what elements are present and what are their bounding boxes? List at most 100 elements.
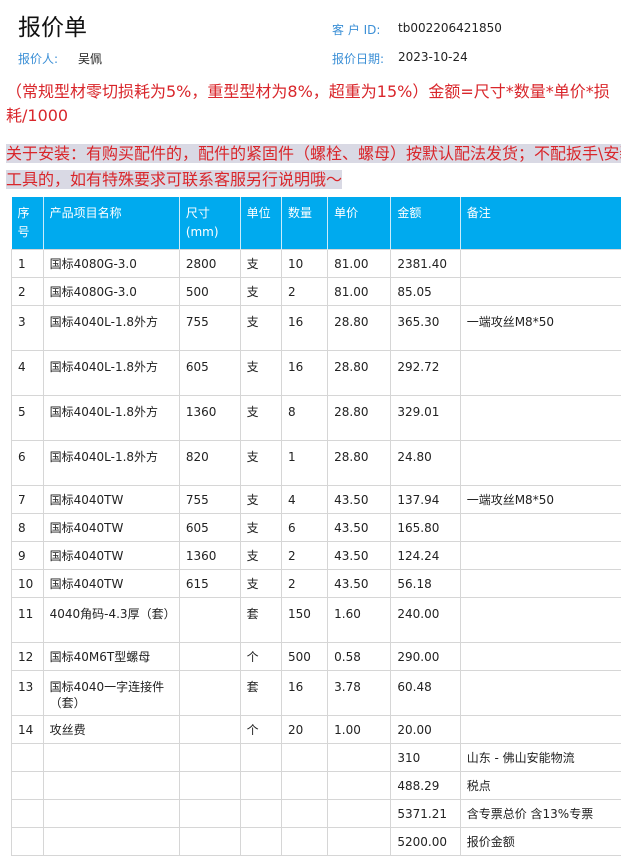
cell-size: [179, 598, 240, 643]
table-row: 114040角码-4.3厚（套）套1501.60240.00: [12, 598, 621, 643]
cell-qty: 8: [281, 396, 327, 441]
summary-note: 山东 - 佛山安能物流: [460, 744, 621, 772]
cell-qty: 500: [281, 643, 327, 671]
cell-price: 43.50: [328, 570, 391, 598]
cell-no: 4: [12, 351, 44, 396]
cell-product: 国标4040TW: [43, 514, 179, 542]
cell-unit: 支: [240, 278, 281, 306]
cell-qty: 16: [281, 671, 327, 716]
cell-unit: 套: [240, 671, 281, 716]
cell-no: 13: [12, 671, 44, 716]
summary-note: 含专票总价 含13%专票: [460, 800, 621, 828]
cell-unit: 支: [240, 514, 281, 542]
cell-unit: 个: [240, 643, 281, 671]
summary-empty-cell: [281, 744, 327, 772]
header-qty: 数量: [281, 197, 327, 250]
cell-amount: 329.01: [391, 396, 460, 441]
cell-size: 1360: [179, 396, 240, 441]
cell-qty: 16: [281, 306, 327, 351]
cell-qty: 1: [281, 441, 327, 486]
cell-price: 43.50: [328, 486, 391, 514]
table-row: 13国标4040一字连接件（套） 套163.7860.48: [12, 671, 621, 716]
table-row: 2国标4080G-3.0500支281.0085.05: [12, 278, 621, 306]
cell-amount: 24.80: [391, 441, 460, 486]
header-price: 单价: [328, 197, 391, 250]
install-note: 关于安装：有购买配件的，配件的紧固件（螺栓、螺母）按默认配法发货；不配扳手\安装…: [6, 141, 621, 193]
header-amount: 金额: [391, 197, 460, 250]
cell-remark: [460, 514, 621, 542]
cell-remark: [460, 671, 621, 716]
cell-amount: 56.18: [391, 570, 460, 598]
cell-price: 81.00: [328, 250, 391, 278]
cell-remark: [460, 250, 621, 278]
formula-note: （常规型材零切损耗为5%，重型型材为8%，超重为15%）金额=尺寸*数量*单价*…: [6, 80, 621, 128]
summary-empty-cell: [43, 772, 179, 800]
cell-qty: 4: [281, 486, 327, 514]
cell-product: 国标40M6T型螺母: [43, 643, 179, 671]
summary-empty-cell: [12, 772, 44, 800]
table-row: 10国标4040TW615支243.5056.18: [12, 570, 621, 598]
cell-qty: 2: [281, 542, 327, 570]
cell-amount: 165.80: [391, 514, 460, 542]
table-row: 7国标4040TW755支443.50137.94一端攻丝M8*50: [12, 486, 621, 514]
table-row: 5国标4040L-1.8外方1360支828.80329.01: [12, 396, 621, 441]
cell-size: [179, 643, 240, 671]
cell-no: 12: [12, 643, 44, 671]
cell-qty: 2: [281, 278, 327, 306]
cell-price: 28.80: [328, 306, 391, 351]
summary-amount: 5371.21: [391, 800, 460, 828]
cell-size: 755: [179, 486, 240, 514]
table-row: 12国标40M6T型螺母个5000.58290.00: [12, 643, 621, 671]
quote-table: 序号 产品项目名称 尺寸(mm) 单位 数量 单价 金额 备注 1国标4080G…: [11, 197, 621, 856]
cell-size: 755: [179, 306, 240, 351]
table-row: 4国标4040L-1.8外方605支1628.80292.72: [12, 351, 621, 396]
summary-row: 5371.21含专票总价 含13%专票: [12, 800, 621, 828]
cell-unit: 支: [240, 542, 281, 570]
cell-unit: 个: [240, 716, 281, 744]
table-row: 8国标4040TW605支643.50165.80: [12, 514, 621, 542]
summary-empty-cell: [179, 744, 240, 772]
summary-note: 报价金额: [460, 828, 621, 856]
cell-no: 3: [12, 306, 44, 351]
summary-empty-cell: [43, 744, 179, 772]
cell-product: 国标4040一字连接件（套）: [43, 671, 179, 716]
summary-empty-cell: [281, 800, 327, 828]
cell-amount: 290.00: [391, 643, 460, 671]
cell-unit: 支: [240, 351, 281, 396]
summary-empty-cell: [240, 800, 281, 828]
cell-price: 43.50: [328, 542, 391, 570]
summary-empty-cell: [240, 828, 281, 856]
cell-price: 3.78: [328, 671, 391, 716]
summary-empty-cell: [240, 772, 281, 800]
summary-empty-cell: [43, 828, 179, 856]
cell-price: 28.80: [328, 396, 391, 441]
cell-amount: 137.94: [391, 486, 460, 514]
cell-amount: 124.24: [391, 542, 460, 570]
cell-product: 国标4040L-1.8外方: [43, 441, 179, 486]
cell-size: 615: [179, 570, 240, 598]
header-product: 产品项目名称: [43, 197, 179, 250]
cell-product: 国标4040L-1.8外方: [43, 396, 179, 441]
cell-amount: 60.48: [391, 671, 460, 716]
cell-product: 国标4080G-3.0: [43, 250, 179, 278]
cell-product: 国标4080G-3.0: [43, 278, 179, 306]
cell-remark: [460, 643, 621, 671]
summary-empty-cell: [240, 744, 281, 772]
summary-empty-cell: [328, 744, 391, 772]
cell-product: 国标4040L-1.8外方: [43, 351, 179, 396]
summary-row: 310山东 - 佛山安能物流: [12, 744, 621, 772]
cell-qty: 20: [281, 716, 327, 744]
header-unit: 单位: [240, 197, 281, 250]
cell-unit: 支: [240, 486, 281, 514]
cell-product: 攻丝费: [43, 716, 179, 744]
cell-size: 2800: [179, 250, 240, 278]
cell-size: 605: [179, 514, 240, 542]
summary-empty-cell: [281, 772, 327, 800]
cell-price: 81.00: [328, 278, 391, 306]
cell-product: 国标4040TW: [43, 570, 179, 598]
quote-date-label: 报价日期:: [332, 50, 384, 67]
quoter-label: 报价人:: [18, 50, 58, 67]
cell-remark: [460, 351, 621, 396]
cell-remark: [460, 396, 621, 441]
cell-size: 820: [179, 441, 240, 486]
